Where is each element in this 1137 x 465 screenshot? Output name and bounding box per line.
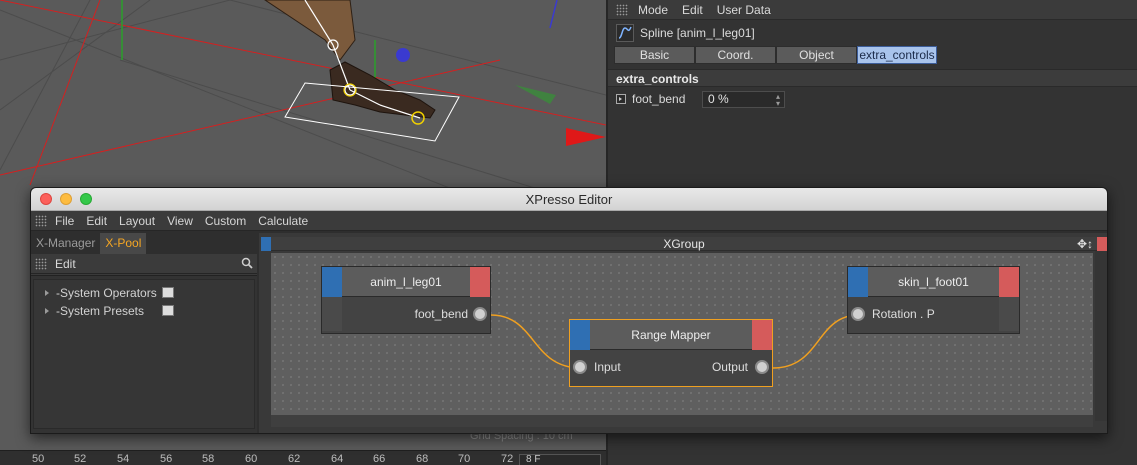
move-resize-icon[interactable]: ✥↕ [1077, 237, 1093, 251]
tick-label: 52 [74, 453, 87, 465]
xgroup-header[interactable]: XGroup ✥↕ [261, 237, 1107, 251]
node-output-port[interactable] [999, 267, 1019, 297]
timeline-ruler[interactable]: 50 52 54 56 58 60 62 64 66 68 70 72 8 F [0, 450, 606, 465]
node-anim-l-leg01[interactable]: anim_l_leg01 foot_bend [321, 266, 491, 334]
pool-item-label: -System Presets [56, 304, 145, 318]
menu-file[interactable]: File [55, 214, 74, 228]
node-input-port[interactable] [848, 267, 868, 297]
port-rotation-p[interactable] [851, 307, 865, 321]
search-icon[interactable] [241, 257, 253, 269]
pool-tabs: X-Manager X-Pool [31, 233, 257, 254]
grip-icon[interactable] [35, 214, 47, 227]
wire-foot-bend-to-input[interactable] [490, 314, 582, 369]
tick-label: 66 [373, 453, 386, 465]
section-header: extra_controls [608, 69, 1137, 87]
x-axis-arrow [566, 128, 606, 146]
tick-label: 64 [331, 453, 344, 465]
menu-user-data[interactable]: User Data [717, 3, 771, 17]
param-label: foot_bend [632, 92, 686, 106]
object-title: Spline [anim_l_leg01] [640, 26, 755, 40]
node-canvas[interactable]: anim_l_leg01 foot_bend Range Mapper Inpu… [271, 253, 1093, 415]
tick-label: 58 [202, 453, 215, 465]
tab-x-pool[interactable]: X-Pool [100, 233, 147, 254]
pool-item-system-operators[interactable]: -System Operators [34, 284, 254, 302]
tab-basic[interactable]: Basic [614, 46, 695, 64]
blue-handle[interactable] [396, 48, 410, 62]
xgroup-right-edge [1095, 251, 1107, 421]
xgroup-title: XGroup [663, 237, 705, 251]
object-header: Spline [anim_l_leg01] [608, 20, 1137, 46]
port-foot-bend[interactable] [473, 307, 487, 321]
xpresso-menu-bar: File Edit Layout View Custom Calculate [31, 211, 1107, 231]
xgroup-output-port[interactable] [1097, 237, 1107, 251]
tick-label: 56 [160, 453, 173, 465]
node-skin-l-foot01[interactable]: skin_l_foot01 Rotation . P [847, 266, 1020, 334]
node-title: Range Mapper [631, 328, 711, 342]
xpresso-editor-window: XPresso Editor File Edit Layout View Cus… [30, 187, 1108, 434]
stepper-arrows-icon[interactable]: ▴ ▾ [776, 92, 780, 107]
port-label-input: Input [594, 360, 621, 374]
menu-mode[interactable]: Mode [638, 3, 668, 17]
window-titlebar[interactable]: XPresso Editor [31, 188, 1107, 211]
menu-edit[interactable]: Edit [682, 3, 703, 17]
pool-list: -System Operators -System Presets [31, 275, 257, 433]
menu-edit[interactable]: Edit [86, 214, 107, 228]
tick-label: 60 [245, 453, 258, 465]
node-title: anim_l_leg01 [370, 275, 442, 289]
tick-label: 72 [501, 453, 514, 465]
attribute-tabs: Basic Coord. Object extra_controls [608, 46, 1137, 66]
node-output-port[interactable] [470, 267, 490, 297]
foot-bend-value: 0 % [708, 92, 729, 106]
expand-arrow-icon[interactable] [45, 308, 49, 314]
xgroup-node-editor: XGroup ✥↕ anim_l_leg01 foot_bend Range M… [259, 233, 1107, 433]
node-input-port[interactable] [570, 320, 590, 350]
pool-item-system-presets[interactable]: -System Presets [34, 302, 254, 320]
port-label-output: Output [711, 360, 748, 374]
node-title: skin_l_foot01 [898, 275, 969, 289]
attribute-menu-bar: Mode Edit User Data [608, 0, 1137, 20]
tab-object[interactable]: Object [776, 46, 857, 64]
node-input-port[interactable] [322, 267, 342, 297]
window-title: XPresso Editor [525, 191, 613, 207]
foot-bend-field[interactable]: 0 % ▴ ▾ [702, 90, 785, 108]
menu-view[interactable]: View [167, 214, 193, 228]
current-frame-field[interactable]: 8 F [519, 454, 601, 465]
tab-coord[interactable]: Coord. [695, 46, 776, 64]
pool-item-label: -System Operators [56, 286, 157, 300]
menu-calculate[interactable]: Calculate [258, 214, 308, 228]
x-pool-panel: X-Manager X-Pool Edit -System Operators [31, 233, 257, 433]
node-range-mapper[interactable]: Range Mapper Input Output [569, 319, 773, 387]
port-label-foot-bend: foot_bend [414, 307, 468, 321]
param-row-foot-bend: foot_bend 0 % ▴ ▾ [608, 87, 1137, 111]
tick-label: 50 [32, 453, 45, 465]
tab-x-manager[interactable]: X-Manager [31, 233, 100, 254]
node-output-port[interactable] [752, 320, 772, 350]
expand-arrow-icon[interactable] [45, 290, 49, 296]
port-label-rotation-p: Rotation . P [872, 307, 935, 321]
tab-extra-controls[interactable]: extra_controls [857, 46, 937, 64]
menu-custom[interactable]: Custom [205, 214, 246, 228]
tick-label: 62 [288, 453, 301, 465]
tick-label: 54 [117, 453, 130, 465]
spline-icon [616, 24, 634, 42]
grip-icon[interactable] [616, 3, 628, 16]
tick-label: 68 [416, 453, 429, 465]
library-icon [162, 287, 174, 298]
library-icon [162, 305, 174, 316]
pool-toolbar: Edit [31, 254, 257, 274]
keyframe-icon[interactable] [616, 94, 626, 104]
menu-layout[interactable]: Layout [119, 214, 155, 228]
pool-menu-edit[interactable]: Edit [55, 257, 76, 271]
grip-icon[interactable] [35, 257, 47, 270]
port-output[interactable] [755, 360, 769, 374]
tick-label: 70 [458, 453, 471, 465]
xgroup-footer [271, 415, 1093, 427]
port-input[interactable] [573, 360, 587, 374]
